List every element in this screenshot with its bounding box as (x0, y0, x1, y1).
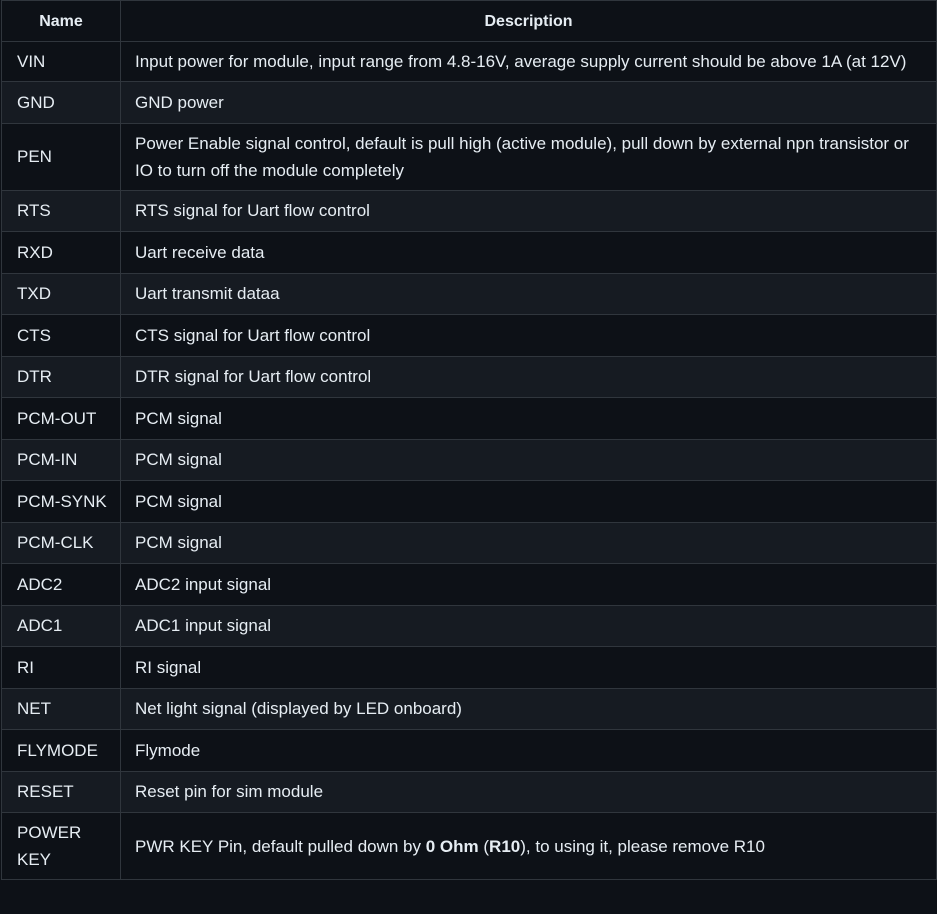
pin-description: PCM signal (120, 480, 937, 523)
pin-description: Input power for module, input range from… (120, 41, 937, 82)
resistor-value: 0 Ohm (425, 836, 479, 856)
pin-description: Reset pin for sim module (120, 770, 937, 813)
pin-description-table: Name Description VIN Input power for mod… (1, 0, 937, 880)
table-row: GND GND power (1, 81, 937, 124)
pin-description: ADC1 input signal (120, 604, 937, 647)
pin-name: GND (1, 81, 121, 124)
pin-name: ADC1 (1, 604, 121, 647)
table-row: PEN Power Enable signal control, default… (1, 122, 937, 191)
pin-name: RESET (1, 770, 121, 813)
pin-description: Flymode (120, 729, 937, 772)
column-header-name: Name (1, 0, 121, 42)
table-row: PCM-CLK PCM signal (1, 521, 937, 564)
table-row: RTS RTS signal for Uart flow control (1, 189, 937, 232)
table-row: RESET Reset pin for sim module (1, 770, 937, 813)
pin-description: RI signal (120, 646, 937, 689)
description-text: ( (478, 836, 490, 856)
table-row: ADC1 ADC1 input signal (1, 604, 937, 647)
pin-name: CTS (1, 314, 121, 357)
pin-name: POWER KEY (1, 812, 121, 880)
table-row: POWER KEY PWR KEY Pin, default pulled do… (1, 812, 937, 880)
table-row: TXD Uart transmit dataa (1, 272, 937, 315)
pin-description: PCM signal (120, 438, 937, 481)
pin-description: CTS signal for Uart flow control (120, 314, 937, 357)
pin-description: DTR signal for Uart flow control (120, 355, 937, 398)
pin-name: RXD (1, 231, 121, 274)
table-row: ADC2 ADC2 input signal (1, 563, 937, 606)
pin-name: TXD (1, 272, 121, 315)
pin-name: RI (1, 646, 121, 689)
pin-description: Power Enable signal control, default is … (120, 122, 937, 191)
table-row: PCM-IN PCM signal (1, 438, 937, 481)
pin-name: NET (1, 687, 121, 730)
description-text: ), to using it, please remove R10 (520, 836, 765, 856)
pin-description: Uart transmit dataa (120, 272, 937, 315)
pin-name: PCM-OUT (1, 397, 121, 440)
pin-description: Uart receive data (120, 231, 937, 274)
pin-name: VIN (1, 41, 121, 82)
pin-description: PWR KEY Pin, default pulled down by 0 Oh… (120, 812, 937, 880)
pin-description: PCM signal (120, 397, 937, 440)
pin-description: PCM signal (120, 521, 937, 564)
table-row: CTS CTS signal for Uart flow control (1, 314, 937, 357)
table-header-row: Name Description (1, 0, 937, 42)
table-row: RI RI signal (1, 646, 937, 689)
table-row: VIN Input power for module, input range … (1, 41, 937, 82)
table-row: PCM-OUT PCM signal (1, 397, 937, 440)
table-row: DTR DTR signal for Uart flow control (1, 355, 937, 398)
pin-name: DTR (1, 355, 121, 398)
pin-name: PCM-IN (1, 438, 121, 481)
pin-name: PCM-CLK (1, 521, 121, 564)
pin-description: GND power (120, 81, 937, 124)
table-row: PCM-SYNK PCM signal (1, 480, 937, 523)
table-row: RXD Uart receive data (1, 231, 937, 274)
description-text: PWR KEY Pin, default pulled down by (135, 836, 426, 856)
pin-name: RTS (1, 189, 121, 232)
column-header-description: Description (120, 0, 937, 42)
pin-description: Net light signal (displayed by LED onboa… (120, 687, 937, 730)
table-row: NET Net light signal (displayed by LED o… (1, 687, 937, 730)
pin-description: RTS signal for Uart flow control (120, 189, 937, 232)
pin-name: PCM-SYNK (1, 480, 121, 523)
pin-name: FLYMODE (1, 729, 121, 772)
pin-description: ADC2 input signal (120, 563, 937, 606)
resistor-ref: R10 (489, 836, 521, 856)
pin-name: PEN (1, 122, 121, 191)
table-row: FLYMODE Flymode (1, 729, 937, 772)
pin-name: ADC2 (1, 563, 121, 606)
